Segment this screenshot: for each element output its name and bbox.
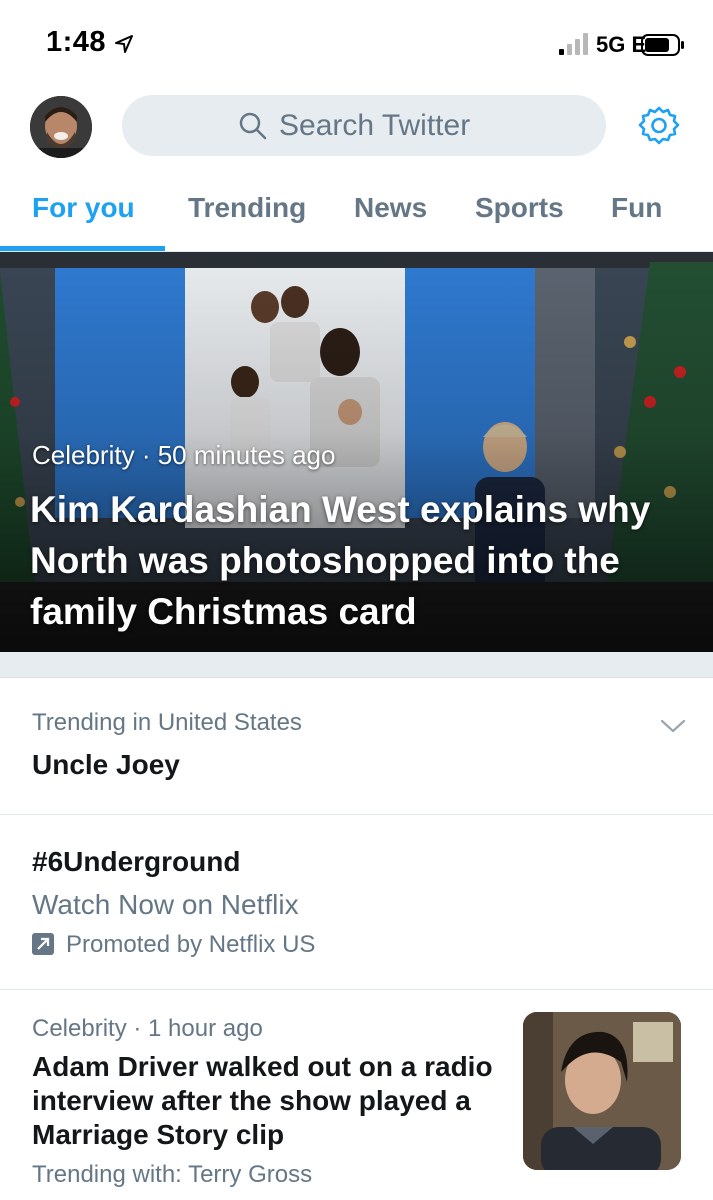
tab-for-you[interactable]: For you — [32, 192, 135, 224]
tab-sports[interactable]: Sports — [475, 192, 564, 224]
trending-context: Trending in United States — [32, 709, 302, 736]
hero-story[interactable]: Celebrity · 50 minutes ago Kim Kardashia… — [0, 252, 713, 652]
section-divider — [0, 652, 713, 678]
story-meta: Celebrity · 1 hour ago — [32, 1015, 263, 1042]
header: Search Twitter — [0, 86, 713, 166]
avatar[interactable] — [30, 96, 92, 158]
status-bar: 1:48 5G E — [0, 0, 713, 86]
chevron-down-icon[interactable] — [660, 718, 686, 734]
tab-trending[interactable]: Trending — [188, 192, 306, 224]
signal-bars-icon — [559, 33, 588, 55]
search-icon — [239, 112, 267, 140]
trending-item[interactable]: Trending in United States Uncle Joey — [0, 678, 713, 815]
gear-icon[interactable] — [638, 105, 680, 147]
story-title: Adam Driver walked out on a radio interv… — [32, 1051, 493, 1150]
tab-news[interactable]: News — [354, 192, 427, 224]
location-arrow-icon — [115, 35, 133, 53]
network-label: 5G E — [596, 32, 647, 57]
story-item[interactable]: Celebrity · 1 hour ago Adam Driver walke… — [0, 990, 713, 1200]
search-placeholder: Search Twitter — [279, 109, 471, 142]
hero-meta: Celebrity · 50 minutes ago — [32, 440, 336, 470]
trending-topic: Uncle Joey — [32, 749, 180, 780]
story-thumbnail — [523, 1012, 681, 1170]
explore-tabs: For you Trending News Sports Fun — [0, 166, 713, 252]
hero-title: Kim Kardashian West explains why North w… — [30, 489, 651, 632]
battery-icon — [641, 34, 684, 56]
story-trending-with: Trending with: Terry Gross — [32, 1161, 313, 1188]
active-tab-indicator — [0, 246, 165, 251]
promoted-description: Watch Now on Netflix — [32, 889, 299, 920]
status-time: 1:48 — [46, 26, 107, 58]
promoted-hashtag: #6Underground — [32, 846, 241, 877]
promoted-arrow-icon — [32, 933, 54, 955]
promoted-by: Promoted by Netflix US — [66, 931, 316, 958]
search-input[interactable]: Search Twitter — [122, 95, 606, 156]
promoted-item[interactable]: #6Underground Watch Now on Netflix Promo… — [0, 815, 713, 990]
tab-fun[interactable]: Fun — [611, 192, 662, 224]
